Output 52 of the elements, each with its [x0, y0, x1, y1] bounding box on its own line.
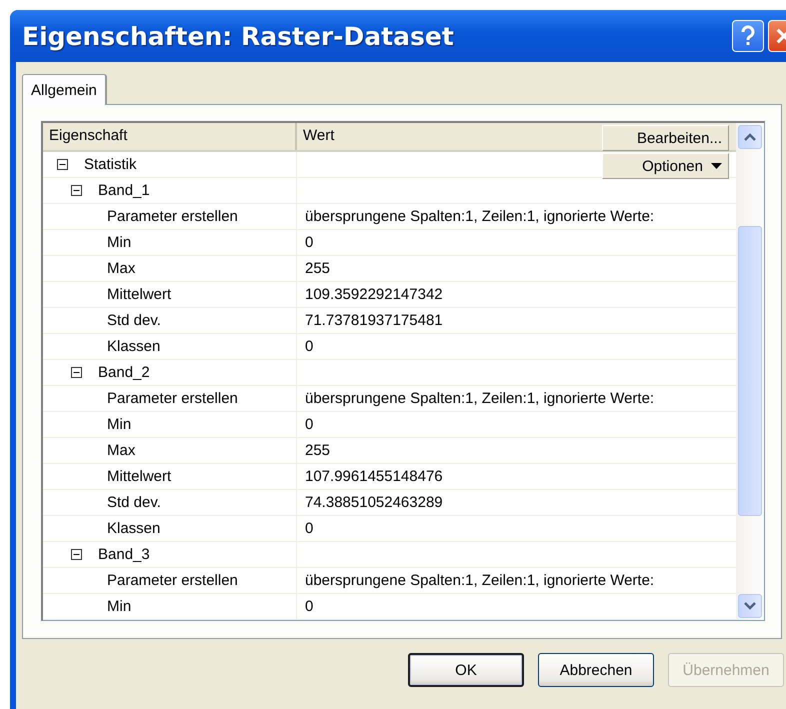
- edit-button[interactable]: Bearbeiten...: [602, 125, 729, 151]
- collapse-icon[interactable]: [71, 367, 82, 378]
- window-title: Eigenschaften: Raster-Dataset: [21, 22, 455, 50]
- property-name: Klassen: [107, 338, 160, 355]
- chevron-down-icon: [744, 602, 756, 610]
- options-menu-button[interactable]: Optionen: [602, 153, 729, 179]
- property-value: 255: [305, 442, 330, 459]
- property-value: übersprungene Spalten:1, Zeilen:1, ignorierte Werte:: [305, 208, 654, 225]
- column-header[interactable]: Wert: [297, 123, 340, 150]
- property-name: Parameter erstellen: [107, 572, 238, 589]
- property-name: Statistik: [84, 156, 137, 173]
- property-value: 71.73781937175481: [305, 312, 443, 329]
- property-name: Max: [107, 260, 136, 277]
- property-value: 107.9961455148476: [305, 468, 443, 485]
- scroll-down-button[interactable]: [738, 594, 762, 618]
- property-value: 255: [305, 260, 330, 277]
- caret-icon: [711, 163, 722, 169]
- chevron-up-icon: [744, 133, 756, 141]
- property-value: 0: [305, 338, 314, 355]
- property-name: Parameter erstellen: [107, 390, 238, 407]
- collapse-icon[interactable]: [57, 159, 68, 170]
- dialog-button[interactable]: Abbrechen: [538, 653, 654, 687]
- column-header[interactable]: Eigenschaft: [43, 123, 297, 150]
- property-name: Band_2: [98, 364, 150, 381]
- property-name: Min: [107, 234, 132, 251]
- property-name: Min: [107, 416, 132, 433]
- property-value: 74.38851052463289: [305, 494, 443, 511]
- property-value: übersprungene Spalten:1, Zeilen:1, ignorierte Werte:: [305, 572, 654, 589]
- property-name: Std dev.: [107, 494, 161, 511]
- property-name: Max: [107, 442, 136, 459]
- property-name: Mittelwert: [107, 468, 172, 485]
- property-value: 0: [305, 598, 314, 615]
- property-name: Min: [107, 598, 132, 615]
- help-button[interactable]: [732, 20, 764, 52]
- property-value: 109.3592292147342: [305, 286, 443, 303]
- dialog-button[interactable]: OK: [408, 653, 524, 687]
- tab[interactable]: Allgemein: [22, 74, 107, 105]
- property-name: Std dev.: [107, 312, 161, 329]
- help-icon: [740, 25, 756, 47]
- collapse-icon[interactable]: [71, 185, 82, 196]
- property-value: 0: [305, 416, 314, 433]
- property-name: Band_1: [98, 182, 150, 199]
- property-value: 0: [305, 234, 314, 251]
- scroll-up-button[interactable]: [738, 125, 762, 149]
- property-name: Klassen: [107, 520, 160, 537]
- property-name: Parameter erstellen: [107, 208, 238, 225]
- collapse-icon[interactable]: [71, 549, 82, 560]
- property-name: Mittelwert: [107, 286, 172, 303]
- property-name: Band_3: [98, 546, 150, 563]
- property-value: übersprungene Spalten:1, Zeilen:1, ignorierte Werte:: [305, 390, 654, 407]
- scroll-thumb[interactable]: [738, 226, 762, 516]
- property-value: 0: [305, 520, 314, 537]
